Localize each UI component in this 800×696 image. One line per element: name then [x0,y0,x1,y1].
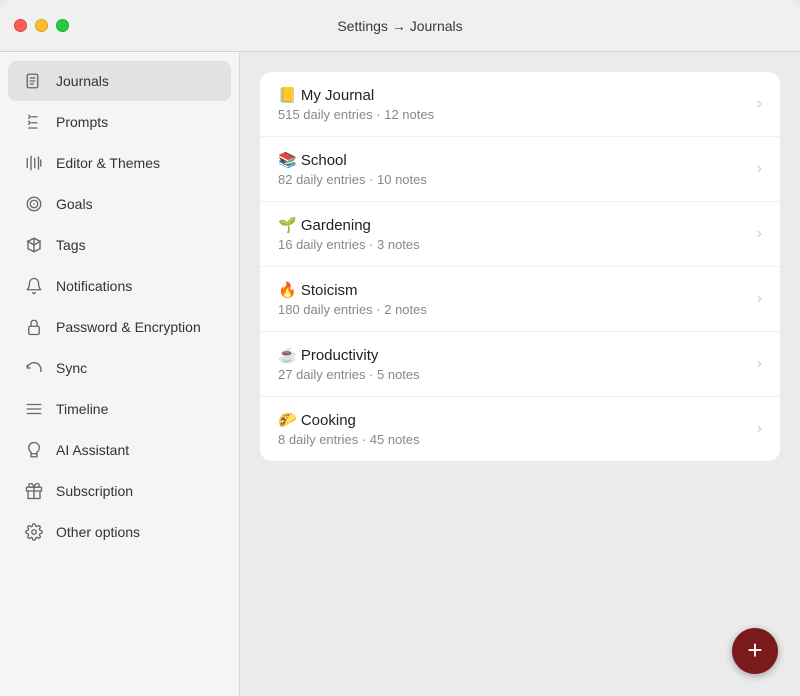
notifications-icon [24,276,44,296]
journal-info: 🔥 Stoicism 180 daily entries · 2 notes [278,281,749,317]
journal-item[interactable]: ☕ Productivity 27 daily entries · 5 note… [260,332,780,397]
journal-info: 🌮 Cooking 8 daily entries · 45 notes [278,411,749,447]
journal-name: ☕ Productivity [278,346,749,364]
other-icon [24,522,44,542]
titlebar: Settings → Journals [0,0,800,52]
window-title: Settings → Journals [337,18,462,34]
chevron-right-icon: › [757,420,762,438]
journal-item[interactable]: 🌱 Gardening 16 daily entries · 3 notes › [260,202,780,267]
subscription-icon [24,481,44,501]
chevron-right-icon: › [757,355,762,373]
traffic-lights [14,19,69,32]
sidebar-item-password-label: Password & Encryption [56,319,201,335]
journals-list: 📒 My Journal 515 daily entries · 12 note… [260,72,780,461]
sidebar-item-other[interactable]: Other options [8,512,231,552]
chevron-right-icon: › [757,160,762,178]
journal-info: 🌱 Gardening 16 daily entries · 3 notes [278,216,749,252]
sidebar-item-ai[interactable]: AI Assistant [8,430,231,470]
journal-meta: 27 daily entries · 5 notes [278,367,749,382]
sidebar-item-notifications[interactable]: Notifications [8,266,231,306]
sidebar-item-other-label: Other options [56,524,140,540]
password-icon [24,317,44,337]
sidebar-item-journals[interactable]: Journals [8,61,231,101]
main-layout: Journals Prompts Editor & Themes Goals T [0,52,800,696]
sidebar-item-ai-label: AI Assistant [56,442,129,458]
journal-meta: 515 daily entries · 12 notes [278,107,749,122]
editor-icon [24,153,44,173]
sidebar-item-journals-label: Journals [56,73,109,89]
journals-icon [24,71,44,91]
add-journal-button[interactable]: + [732,628,778,674]
journal-name: 🌮 Cooking [278,411,749,429]
journal-info: 📒 My Journal 515 daily entries · 12 note… [278,86,749,122]
timeline-icon [24,399,44,419]
prompts-icon [24,112,44,132]
sidebar-item-goals-label: Goals [56,196,93,212]
journal-meta: 82 daily entries · 10 notes [278,172,749,187]
journal-item[interactable]: 🔥 Stoicism 180 daily entries · 2 notes › [260,267,780,332]
sidebar-item-notifications-label: Notifications [56,278,132,294]
sidebar-item-sync[interactable]: Sync [8,348,231,388]
chevron-right-icon: › [757,225,762,243]
journal-name: 🌱 Gardening [278,216,749,234]
sidebar-item-password[interactable]: Password & Encryption [8,307,231,347]
sidebar-item-goals[interactable]: Goals [8,184,231,224]
journal-info: 📚 School 82 daily entries · 10 notes [278,151,749,187]
journal-name: 🔥 Stoicism [278,281,749,299]
sidebar-item-editor-themes[interactable]: Editor & Themes [8,143,231,183]
sidebar-item-editor-label: Editor & Themes [56,155,160,171]
journal-item[interactable]: 🌮 Cooking 8 daily entries · 45 notes › [260,397,780,461]
journal-item[interactable]: 📚 School 82 daily entries · 10 notes › [260,137,780,202]
chevron-right-icon: › [757,95,762,113]
journal-meta: 180 daily entries · 2 notes [278,302,749,317]
sync-icon [24,358,44,378]
sidebar-item-prompts-label: Prompts [56,114,108,130]
close-button[interactable] [14,19,27,32]
sidebar-item-timeline[interactable]: Timeline [8,389,231,429]
sidebar-item-timeline-label: Timeline [56,401,108,417]
sidebar-item-sync-label: Sync [56,360,87,376]
journal-item[interactable]: 📒 My Journal 515 daily entries · 12 note… [260,72,780,137]
journal-name: 📚 School [278,151,749,169]
ai-icon [24,440,44,460]
sidebar-item-subscription[interactable]: Subscription [8,471,231,511]
sidebar-item-subscription-label: Subscription [56,483,133,499]
sidebar: Journals Prompts Editor & Themes Goals T [0,52,240,696]
journal-meta: 16 daily entries · 3 notes [278,237,749,252]
minimize-button[interactable] [35,19,48,32]
journal-meta: 8 daily entries · 45 notes [278,432,749,447]
goals-icon [24,194,44,214]
sidebar-item-tags-label: Tags [56,237,86,253]
sidebar-item-prompts[interactable]: Prompts [8,102,231,142]
content-area: 📒 My Journal 515 daily entries · 12 note… [240,52,800,696]
journal-name: 📒 My Journal [278,86,749,104]
journal-info: ☕ Productivity 27 daily entries · 5 note… [278,346,749,382]
chevron-right-icon: › [757,290,762,308]
tags-icon [24,235,44,255]
sidebar-item-tags[interactable]: Tags [8,225,231,265]
maximize-button[interactable] [56,19,69,32]
plus-icon: + [747,637,762,663]
